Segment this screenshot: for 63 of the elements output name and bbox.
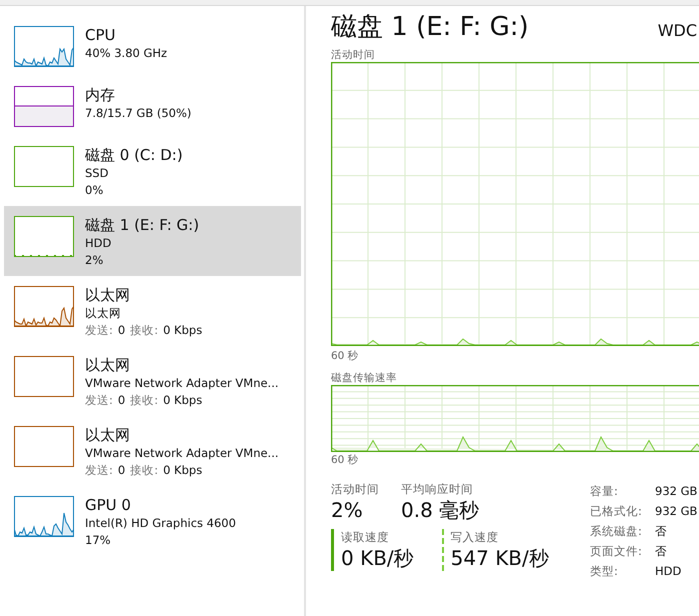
device-name: 以太网 — [85, 426, 131, 445]
device-info: VMware Network Adapter VMne... — [85, 445, 279, 462]
speed-label: 写入速度 — [450, 529, 500, 545]
property-label: 容量: — [590, 483, 619, 500]
device-name: 内存 — [85, 86, 116, 105]
property-label: 已格式化: — [590, 503, 643, 520]
device-list-item[interactable]: GPU 0 Intel(R) HD Graphics 4600 17% — [4, 486, 301, 556]
property-label: 页面文件: — [590, 543, 643, 560]
stat-label: 发送: — [85, 322, 113, 339]
stat-label: 接收: — [130, 462, 158, 479]
stat-label: 发送: — [85, 392, 113, 409]
stat-label: 发送: — [85, 462, 113, 479]
stat-value: 0 — [118, 322, 126, 339]
device-info: Intel(R) HD Graphics 4600 — [85, 515, 236, 532]
device-name: GPU 0 — [85, 496, 132, 515]
device-info: 7.8/15.7 GB (50%) — [85, 105, 192, 122]
stat-label: 平均响应时间 — [401, 481, 474, 497]
speed-label: 读取速度 — [341, 529, 390, 545]
stat-label: 接收: — [130, 392, 158, 409]
stat-value: 0 — [118, 462, 126, 479]
device-list-item[interactable]: 以太网 以太网 发送: 0 接收: 0 Kbps — [4, 276, 301, 346]
time-axis-label: 60 秒 — [331, 453, 360, 467]
device-info: 2% — [85, 252, 104, 269]
device-list-item[interactable]: CPU 40% 3.80 GHz — [4, 16, 301, 76]
property-value: HDD — [655, 563, 682, 580]
device-name: 以太网 — [85, 286, 131, 305]
chart-label: 活动时间 — [331, 48, 376, 62]
stat-label: 活动时间 — [331, 481, 379, 497]
stat-value: 2% — [331, 497, 364, 523]
property-value: 否 — [655, 523, 668, 540]
device-name: CPU — [85, 26, 116, 45]
stat-value: 0 Kbps — [163, 392, 202, 409]
disk-title: 磁盘 1 (E: F: G:) — [331, 11, 529, 44]
device-list-item[interactable]: 磁盘 0 (C: D:) SSD 0% — [4, 136, 301, 206]
speed-value: 547 KB/秒 — [450, 545, 549, 571]
stat-value: 0 Kbps — [163, 322, 202, 339]
device-list-item[interactable]: 内存 7.8/15.7 GB (50%) — [4, 76, 301, 136]
device-name: 以太网 — [85, 356, 131, 375]
device-list-item[interactable]: 以太网 VMware Network Adapter VMne... 发送: 0 接收: 0 Kbps — [4, 346, 301, 416]
device-info: 40% 3.80 GHz — [85, 45, 168, 62]
speed-value: 0 KB/秒 — [341, 545, 414, 571]
device-info: HDD — [85, 235, 112, 252]
property-label: 系统磁盘: — [590, 523, 643, 540]
device-list-item[interactable]: 磁盘 1 (E: F: G:) HDD 2% — [4, 206, 301, 276]
property-value: 否 — [655, 543, 668, 560]
stat-label: 接收: — [130, 322, 158, 339]
stat-value: 0.8 毫秒 — [401, 497, 480, 523]
stat-value: 0 — [118, 392, 126, 409]
disk-model: WDC — [658, 20, 697, 42]
time-axis-label: 60 秒 — [331, 349, 360, 363]
property-label: 类型: — [590, 563, 619, 580]
device-info: 17% — [85, 532, 112, 549]
device-info: 0% — [85, 182, 104, 199]
chart-label: 磁盘传输速率 — [331, 371, 398, 385]
stat-value: 0 Kbps — [163, 462, 202, 479]
device-list-item[interactable]: 以太网 VMware Network Adapter VMne... 发送: 0 接收: 0 Kbps — [4, 416, 301, 486]
device-info: SSD — [85, 165, 110, 182]
device-info: VMware Network Adapter VMne... — [85, 375, 279, 392]
property-value: 932 GB — [655, 483, 698, 500]
device-info: 以太网 — [85, 305, 122, 322]
property-value: 932 GB — [655, 503, 698, 520]
device-name: 磁盘 0 (C: D:) — [85, 146, 183, 165]
device-name: 磁盘 1 (E: F: G:) — [85, 216, 200, 235]
